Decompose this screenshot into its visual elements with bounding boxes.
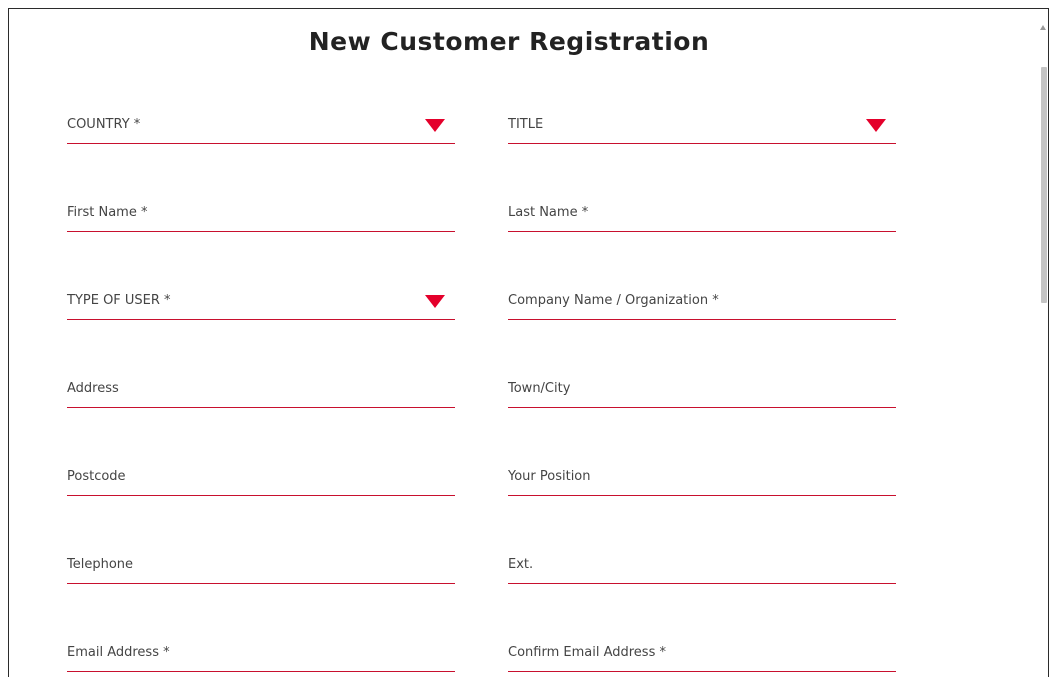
telephone-field[interactable]: Telephone (67, 554, 455, 584)
title-label: TITLE (508, 117, 544, 132)
first-name-field[interactable]: First Name * (67, 202, 455, 232)
address-field[interactable]: Address (67, 378, 455, 408)
country-label: COUNTRY * (67, 117, 141, 132)
dropdown-arrow-icon[interactable] (425, 295, 445, 308)
telephone-label: Telephone (67, 557, 134, 572)
town-city-label: Town/City (508, 381, 571, 396)
country-select[interactable]: COUNTRY * (67, 114, 455, 144)
dropdown-arrow-icon[interactable] (866, 119, 886, 132)
scroll-up-arrow-icon[interactable] (1040, 25, 1046, 30)
position-field[interactable]: Your Position (508, 466, 896, 496)
vertical-scrollbar[interactable] (1040, 9, 1048, 677)
scrollbar-thumb[interactable] (1041, 67, 1047, 303)
town-city-field[interactable]: Town/City (508, 378, 896, 408)
postcode-field[interactable]: Postcode (67, 466, 455, 496)
ext-label: Ext. (508, 557, 534, 572)
confirm-email-label: Confirm Email Address * (508, 645, 666, 660)
title-select[interactable]: TITLE (508, 114, 896, 144)
postcode-label: Postcode (67, 469, 126, 484)
company-label: Company Name / Organization * (508, 293, 719, 308)
confirm-email-field[interactable]: Confirm Email Address * (508, 642, 896, 672)
ext-field[interactable]: Ext. (508, 554, 896, 584)
dropdown-arrow-icon[interactable] (425, 119, 445, 132)
position-label: Your Position (508, 469, 591, 484)
last-name-field[interactable]: Last Name * (508, 202, 896, 232)
type-of-user-select[interactable]: TYPE OF USER * (67, 290, 455, 320)
first-name-label: First Name * (67, 205, 148, 220)
email-field[interactable]: Email Address * (67, 642, 455, 672)
type-of-user-label: TYPE OF USER * (67, 293, 171, 308)
address-label: Address (67, 381, 119, 396)
registration-form-panel: New Customer Registration COUNTRY * TITL… (8, 8, 1049, 677)
company-field[interactable]: Company Name / Organization * (508, 290, 896, 320)
last-name-label: Last Name * (508, 205, 589, 220)
email-label: Email Address * (67, 645, 170, 660)
form-title: New Customer Registration (308, 27, 710, 56)
